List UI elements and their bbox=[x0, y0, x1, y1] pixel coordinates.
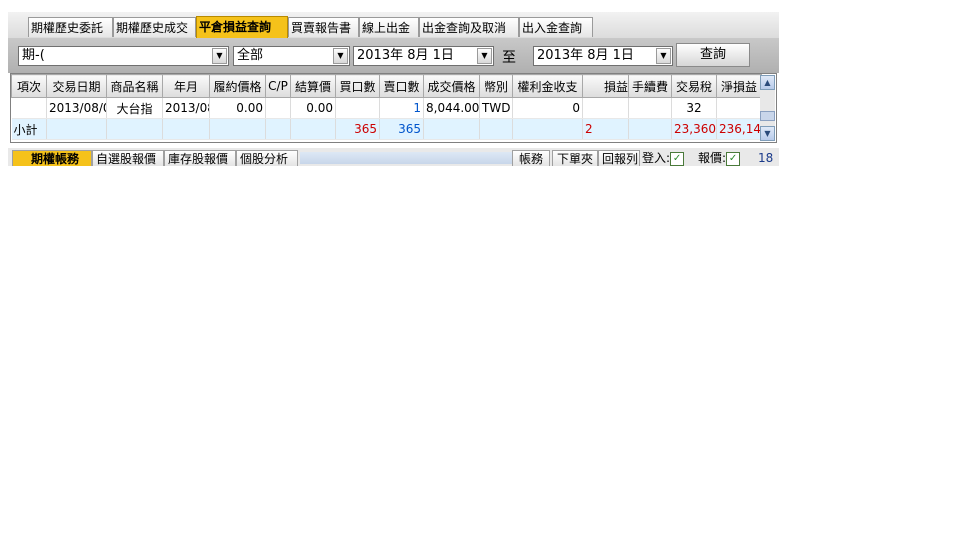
date-to-value: 2013年 8月 1日 bbox=[537, 48, 634, 63]
column-header[interactable]: 履約價格 bbox=[209, 74, 266, 98]
cell-buy-qty bbox=[335, 97, 380, 119]
cell-empty bbox=[46, 118, 107, 140]
subtotal-row[interactable]: 小計 365 365 2 23,360 236,140 bbox=[11, 118, 762, 140]
product-value: 全部 bbox=[237, 48, 264, 63]
cell-currency: TWD bbox=[479, 97, 513, 119]
account-value: 期-( bbox=[22, 48, 45, 63]
cell-premium: 0 bbox=[512, 97, 583, 119]
cell-tax-total: 23,360 bbox=[671, 118, 717, 140]
bottom-tab-strip: 期權帳務 自選股報價 庫存股報價 個股分析 帳務 下單夾 回報列 登入: ✓ 報價… bbox=[8, 148, 779, 166]
cell-empty bbox=[162, 118, 210, 140]
tab-watchlist-quotes[interactable]: 自選股報價 bbox=[92, 150, 164, 166]
scroll-up-icon[interactable]: ▲ bbox=[760, 75, 775, 90]
cell-net-pnl bbox=[716, 97, 762, 119]
cell-tax: 32 bbox=[671, 97, 717, 119]
login-label: 登入: bbox=[642, 151, 671, 165]
scroll-thumb[interactable] bbox=[760, 111, 775, 121]
pnl-table: 項次 交易日期 商品名稱 年月 履約價格 C/P 結算價 買口數 賣口數 成交價… bbox=[11, 74, 762, 140]
cell-empty bbox=[209, 118, 266, 140]
column-header[interactable]: 結算價 bbox=[290, 74, 336, 98]
cell-cp bbox=[265, 97, 291, 119]
account-select[interactable]: 期-( ▼ bbox=[18, 46, 229, 66]
cell-empty bbox=[265, 118, 291, 140]
column-header[interactable]: 交易日期 bbox=[46, 74, 107, 98]
cell-buy-qty-total: 365 bbox=[335, 118, 380, 140]
table-row[interactable]: 2013/08/01 大台指 2013/08 0.00 0.00 1 8,044… bbox=[11, 97, 762, 119]
tab-deposit-withdrawal-query[interactable]: 出入金查詢 bbox=[519, 17, 593, 37]
column-header[interactable]: 交易稅 bbox=[671, 74, 717, 98]
tab-options-account[interactable]: 期權帳務 bbox=[12, 150, 92, 166]
product-select[interactable]: 全部 ▼ bbox=[233, 46, 350, 66]
column-header[interactable]: 權利金收支 bbox=[512, 74, 583, 98]
tab-inventory-quotes[interactable]: 庫存股報價 bbox=[164, 150, 236, 166]
ledger-button[interactable]: 帳務 bbox=[512, 150, 550, 166]
tab-strip-filler bbox=[300, 152, 512, 164]
login-status: 登入: ✓ bbox=[642, 150, 685, 166]
cell-empty bbox=[423, 118, 480, 140]
tab-online-withdrawal[interactable]: 線上出金 bbox=[359, 17, 419, 37]
order-folder-button[interactable]: 下單夾 bbox=[552, 150, 598, 166]
cell-empty bbox=[512, 118, 583, 140]
cell-index bbox=[11, 97, 47, 119]
chevron-down-icon[interactable]: ▼ bbox=[333, 48, 348, 64]
table-header-row: 項次 交易日期 商品名稱 年月 履約價格 C/P 結算價 買口數 賣口數 成交價… bbox=[11, 74, 762, 98]
cell-sell-qty: 1 bbox=[379, 97, 424, 119]
column-header[interactable]: 手續費 bbox=[628, 74, 672, 98]
cell-sell-qty-total: 365 bbox=[379, 118, 424, 140]
column-header[interactable]: 商品名稱 bbox=[106, 74, 163, 98]
cell-year-month: 2013/08 bbox=[162, 97, 210, 119]
cell-fee bbox=[628, 97, 672, 119]
cell-empty bbox=[106, 118, 163, 140]
tab-trade-report[interactable]: 買賣報告書 bbox=[288, 17, 359, 37]
column-header[interactable]: C/P bbox=[265, 74, 291, 98]
column-header[interactable]: 年月 bbox=[162, 74, 210, 98]
column-header[interactable]: 賣口數 bbox=[379, 74, 424, 98]
column-header[interactable]: 成交價格 bbox=[423, 74, 480, 98]
cell-trade-date: 2013/08/01 bbox=[46, 97, 107, 119]
to-label: 至 bbox=[502, 50, 516, 66]
quote-label: 報價: bbox=[698, 151, 727, 165]
date-from-value: 2013年 8月 1日 bbox=[357, 48, 454, 63]
checkmark-icon[interactable]: ✓ bbox=[726, 151, 741, 166]
cell-empty bbox=[290, 118, 336, 140]
date-to-picker[interactable]: 2013年 8月 1日 ▼ bbox=[533, 46, 673, 66]
cell-strike: 0.00 bbox=[209, 97, 266, 119]
cell-pnl-total: 2 bbox=[582, 118, 629, 140]
quote-status: 報價: ✓ bbox=[698, 150, 741, 166]
chevron-down-icon[interactable]: ▼ bbox=[477, 48, 492, 64]
result-grid: 項次 交易日期 商品名稱 年月 履約價格 C/P 結算價 買口數 賣口數 成交價… bbox=[10, 73, 777, 143]
tab-withdrawal-query-cancel[interactable]: 出金查詢及取消 bbox=[419, 17, 519, 37]
cell-trade-price: 8,044.00 bbox=[423, 97, 480, 119]
tab-options-order-history[interactable]: 期權歷史委託 bbox=[28, 17, 113, 37]
report-list-button[interactable]: 回報列 bbox=[598, 150, 640, 166]
filter-bar: 期-( ▼ 全部 ▼ 2013年 8月 1日 ▼ 至 2013年 8月 1日 ▼ bbox=[8, 38, 779, 73]
cell-empty bbox=[628, 118, 672, 140]
cell-product: 大台指 bbox=[106, 97, 163, 119]
query-button[interactable]: 查詢 bbox=[676, 43, 750, 67]
date-from-picker[interactable]: 2013年 8月 1日 ▼ bbox=[353, 46, 494, 66]
tab-closing-pnl-query[interactable]: 平倉損益查詢 bbox=[196, 16, 288, 38]
tab-stock-analysis[interactable]: 個股分析 bbox=[236, 150, 298, 166]
checkmark-icon[interactable]: ✓ bbox=[670, 151, 685, 166]
chevron-down-icon[interactable]: ▼ bbox=[212, 48, 227, 64]
trailing-value: 18 bbox=[758, 151, 774, 165]
cell-empty bbox=[479, 118, 513, 140]
trailing-indicator: 18 bbox=[758, 150, 773, 166]
cell-pnl bbox=[582, 97, 629, 119]
cell-settle-price: 0.00 bbox=[290, 97, 336, 119]
chevron-down-icon[interactable]: ▼ bbox=[656, 48, 671, 64]
cell-subtotal-label: 小計 bbox=[11, 118, 47, 140]
column-header[interactable]: 幣別 bbox=[479, 74, 513, 98]
vertical-scrollbar[interactable]: ▲ ▼ bbox=[760, 75, 775, 141]
cell-net-pnl-total: 236,140 bbox=[716, 118, 762, 140]
column-header[interactable]: 買口數 bbox=[335, 74, 380, 98]
column-header[interactable]: 項次 bbox=[11, 74, 47, 98]
column-header[interactable]: 淨損益 bbox=[716, 74, 762, 98]
scroll-down-icon[interactable]: ▼ bbox=[760, 126, 775, 141]
column-header[interactable]: 損益 bbox=[582, 74, 629, 98]
tab-options-trade-history[interactable]: 期權歷史成交 bbox=[113, 17, 196, 37]
top-tab-strip: 期權歷史委託 期權歷史成交 平倉損益查詢 買賣報告書 線上出金 出金查詢及取消 … bbox=[8, 12, 779, 38]
